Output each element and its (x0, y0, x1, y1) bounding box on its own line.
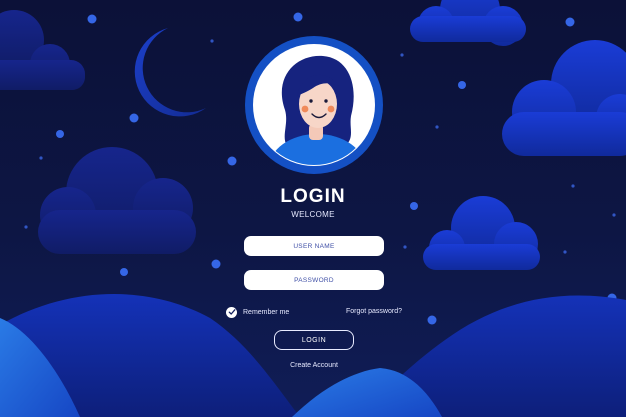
password-input[interactable] (244, 270, 384, 290)
remember-me-checkbox[interactable]: Remember me (226, 306, 289, 318)
welcome-subtitle: WELCOME (291, 210, 335, 219)
forgot-password-link[interactable]: Forgot password? (346, 308, 402, 315)
login-button[interactable]: LOGIN (274, 330, 354, 350)
cloud-right (502, 40, 626, 156)
cloud-top-left (0, 10, 85, 90)
username-input[interactable] (244, 236, 384, 256)
create-account-link[interactable]: Create Account (254, 362, 374, 369)
moon-icon (134, 28, 206, 117)
login-screen: LOGIN WELCOME Remember me Forgot passwor… (0, 0, 626, 417)
checkmark-icon[interactable] (226, 306, 237, 318)
cloud-left (38, 147, 196, 254)
user-avatar (245, 36, 383, 174)
page-title: LOGIN (280, 186, 346, 207)
cloud-middle-right (423, 196, 540, 270)
remember-me-label: Remember me (243, 308, 290, 316)
cloud-top-right (410, 0, 526, 46)
